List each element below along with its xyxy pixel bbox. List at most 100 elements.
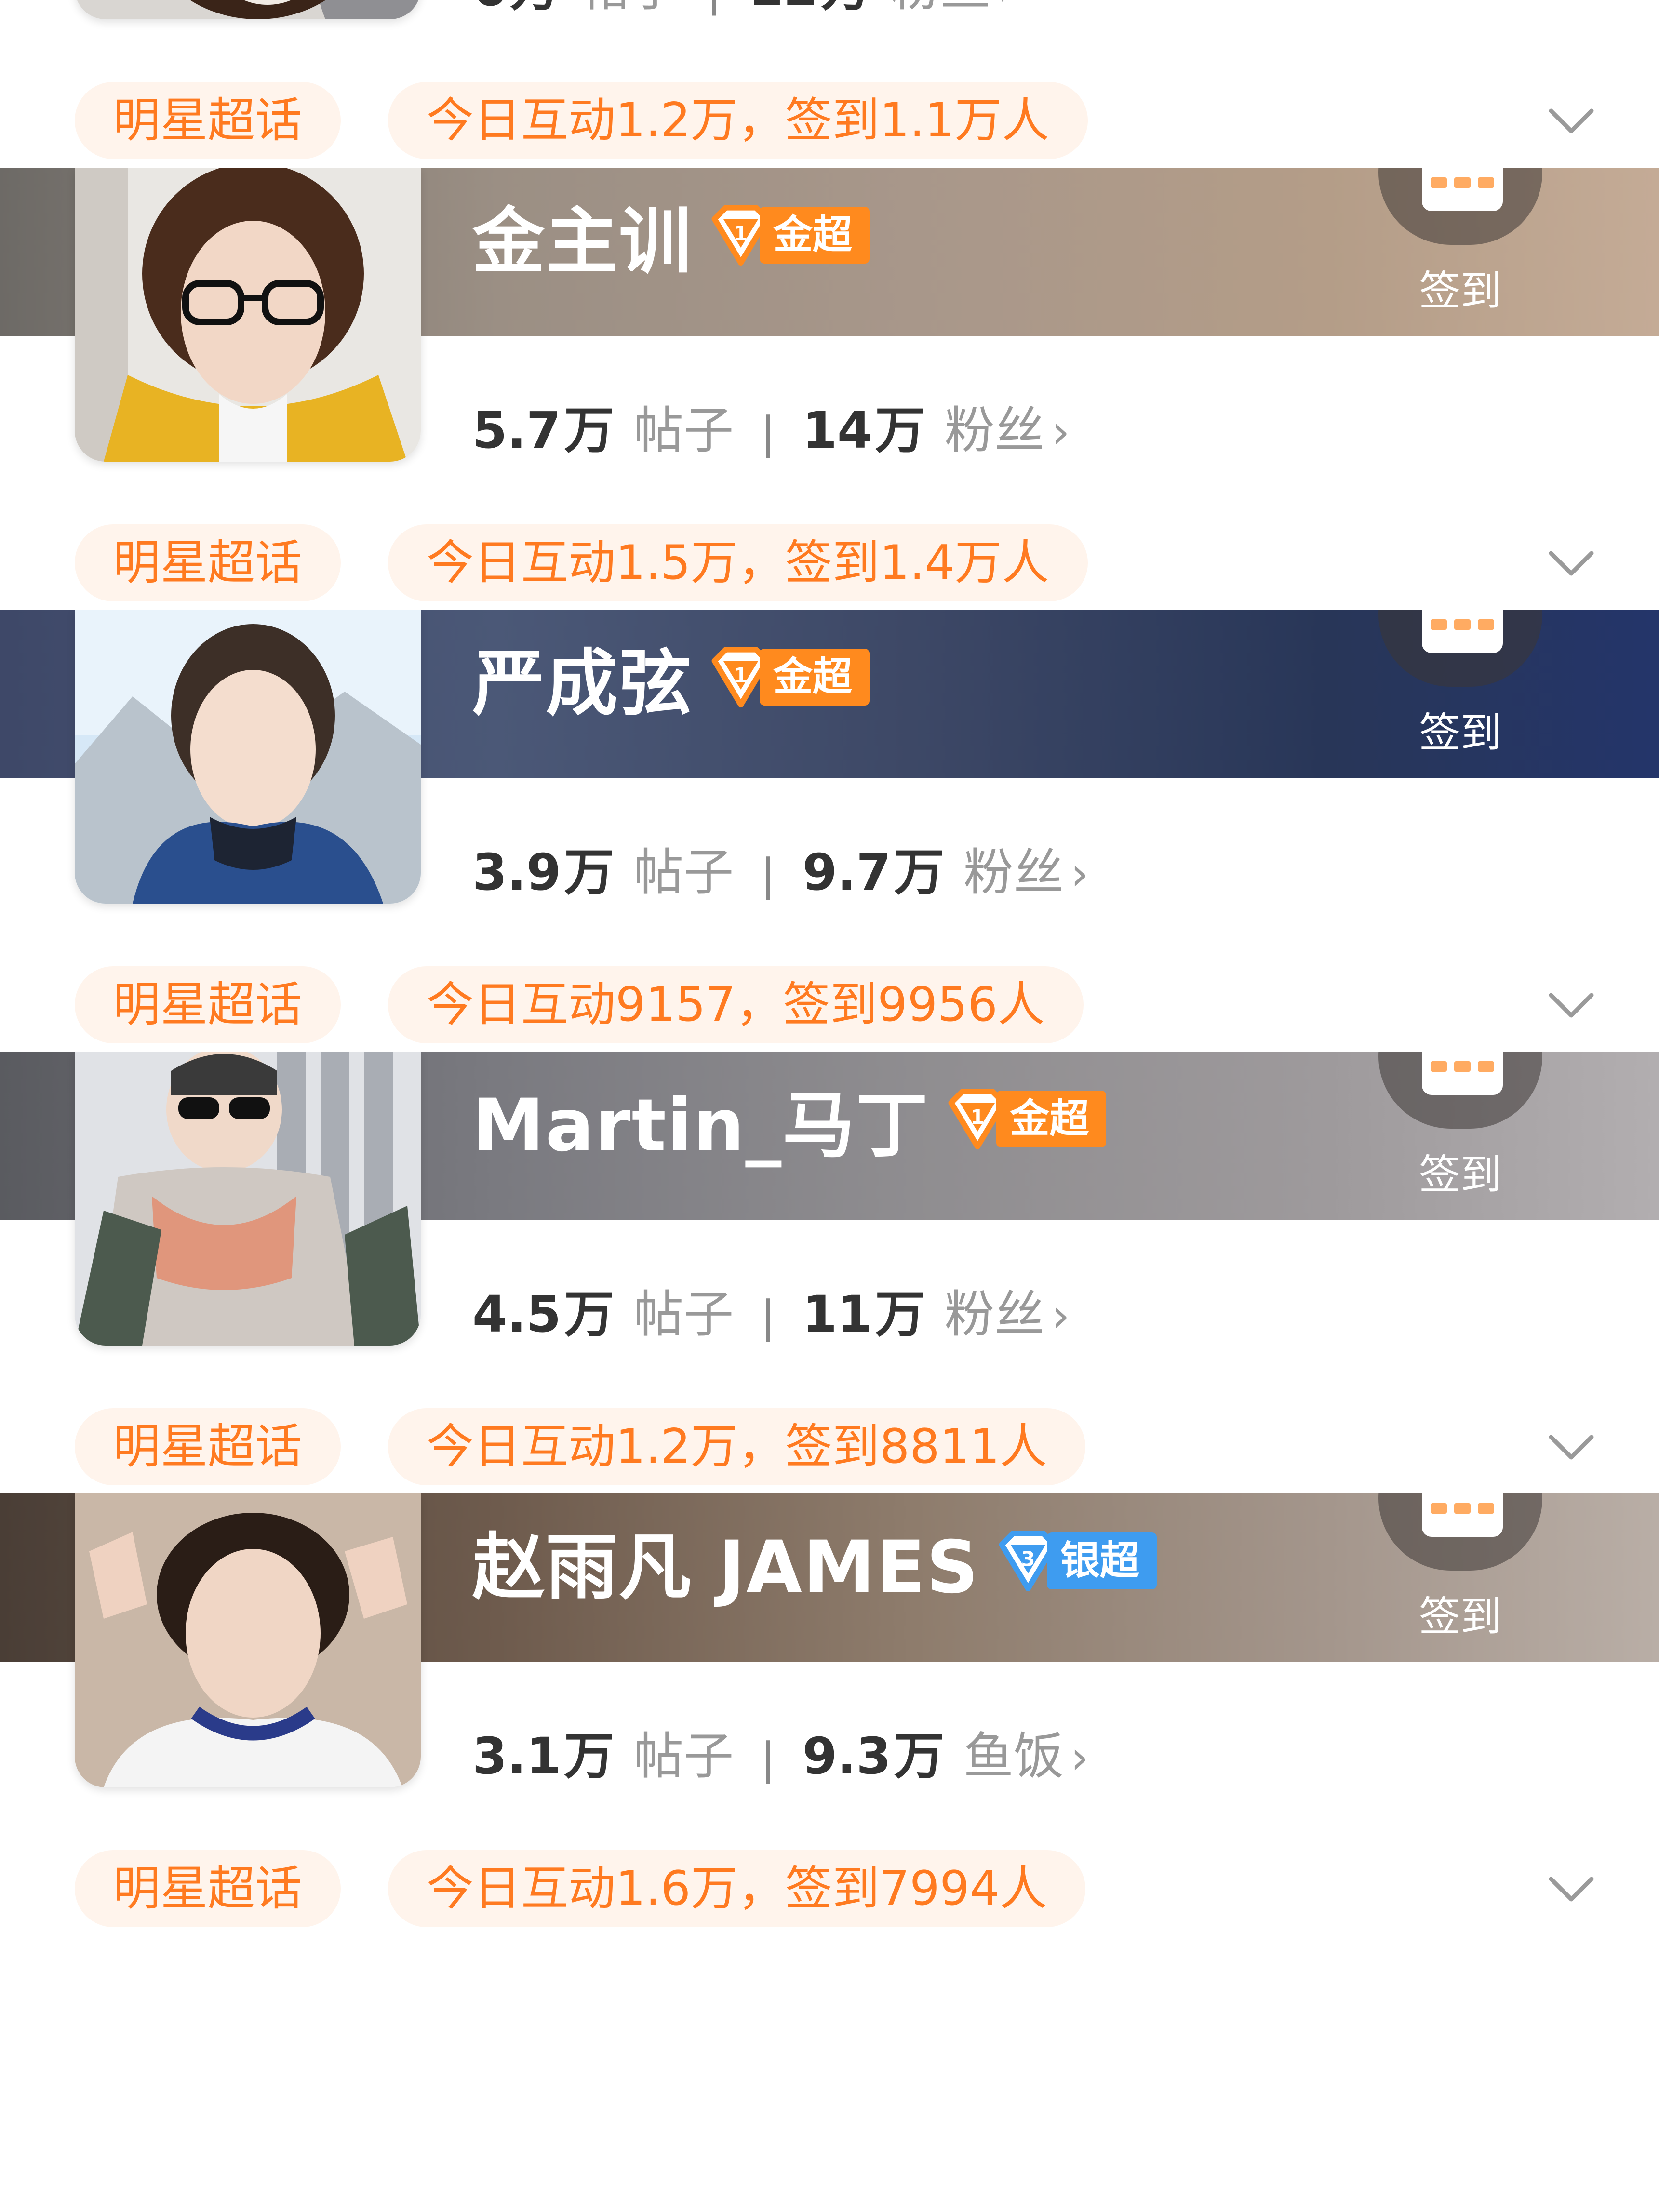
avatar-image [75, 0, 421, 19]
posts-unit: 万 [564, 843, 615, 902]
divider: | [761, 1733, 776, 1784]
activity-tag[interactable]: 今日互动1.2万，签到8811人 [388, 1408, 1086, 1485]
activity-tag[interactable]: 今日互动1.6万，签到7994人 [388, 1850, 1086, 1927]
avatar-image [75, 1493, 421, 1787]
signin-label[interactable]: 签到 [1378, 699, 1542, 759]
fans-unit[interactable]: 万 [875, 1273, 925, 1346]
posts-unit: 万 [564, 401, 615, 460]
category-tag[interactable]: 明星超话 [75, 1850, 341, 1927]
category-tag[interactable]: 明星超话 [75, 82, 341, 159]
chevron-right-icon[interactable]: › [998, 0, 1016, 16]
badge-rank: 1 [734, 221, 748, 245]
avatar[interactable] [75, 168, 421, 462]
super-topic-card[interactable]: 签到 Martin_马丁 1 金超 4.5 万 帖子 | 11 万 粉丝 › 明… [0, 1052, 1659, 1494]
chevron-right-icon[interactable]: › [1070, 847, 1089, 901]
stats-row: 3.1 万 帖子 | 9.3 万 鱼饭 › [472, 1715, 1089, 1788]
posts-count: 3.1 [472, 1727, 562, 1786]
chevron-down-icon[interactable] [1547, 539, 1595, 587]
fans-count[interactable]: 9.3 [803, 1727, 891, 1786]
fans-unit[interactable]: 万 [894, 831, 944, 904]
signin-label[interactable]: 签到 [1378, 257, 1542, 317]
topic-name[interactable]: 金主训 [472, 183, 692, 288]
fans-unit[interactable]: 万 [821, 0, 871, 20]
posts-count: 6 [472, 0, 507, 17]
super-topic-card[interactable]: 签到 严成弦 1 金超 3.9 万 帖子 | 9.7 万 粉丝 › 明星超话 今… [0, 610, 1659, 1052]
calendar-icon [1422, 1052, 1503, 1095]
activity-tag[interactable]: 今日互动1.2万，签到1.1万人 [388, 82, 1088, 159]
fans-count[interactable]: 9.7 [803, 843, 891, 902]
chevron-down-icon[interactable] [1547, 1865, 1595, 1913]
avatar[interactable] [75, 1052, 421, 1346]
tier-badge[interactable]: 3 银超 [997, 1530, 1157, 1592]
super-topic-card[interactable]: 签到 安乾镐 1 金超 6 万 帖子 | 12 万 粉丝 › 明星超话 今日互动… [0, 0, 1659, 168]
fans-label[interactable]: 鱼饭 [963, 1715, 1064, 1788]
avatar-image [75, 168, 421, 462]
signin-label[interactable]: 签到 [1378, 1583, 1542, 1643]
stats-row: 5.7 万 帖子 | 14 万 粉丝 › [472, 389, 1070, 462]
title-row: 严成弦 1 金超 [472, 636, 870, 726]
badge-rank: 3 [1021, 1547, 1035, 1571]
posts-count: 4.5 [472, 1285, 562, 1344]
avatar[interactable] [75, 1493, 421, 1787]
posts-count: 5.7 [472, 401, 562, 460]
posts-unit: 万 [564, 1727, 615, 1786]
fans-label[interactable]: 粉丝 [890, 0, 990, 20]
chevron-down-icon[interactable] [1547, 96, 1595, 145]
category-tag[interactable]: 明星超话 [75, 1408, 341, 1485]
avatar[interactable] [75, 610, 421, 904]
chevron-right-icon[interactable]: › [1051, 1289, 1070, 1343]
super-topic-card[interactable]: 签到 赵雨凡 JAMES 3 银超 3.1 万 帖子 | 9.3 万 鱼饭 › … [0, 1493, 1659, 1936]
divider: | [707, 0, 721, 16]
topic-name[interactable]: Martin_马丁 [472, 1067, 929, 1172]
tier-badge[interactable]: 1 金超 [709, 646, 870, 708]
chevron-down-icon[interactable] [1547, 1423, 1595, 1471]
posts-label: 帖子 [633, 1727, 734, 1786]
topic-name[interactable]: 赵雨凡 JAMES [472, 1509, 979, 1613]
divider: | [761, 1292, 776, 1342]
topic-name[interactable]: 严成弦 [472, 625, 692, 730]
title-row: 赵雨凡 JAMES 3 银超 [472, 1520, 1157, 1610]
calendar-icon [1422, 1493, 1503, 1537]
posts-unit: 万 [510, 0, 560, 20]
posts-label: 帖子 [579, 0, 680, 20]
fans-count[interactable]: 14 [803, 401, 872, 460]
category-tag[interactable]: 明星超话 [75, 966, 341, 1043]
posts-label: 帖子 [633, 843, 734, 902]
super-topic-card[interactable]: 签到 金主训 1 金超 5.7 万 帖子 | 14 万 粉丝 › 明星超话 今日… [0, 168, 1659, 610]
category-tag[interactable]: 明星超话 [75, 524, 341, 601]
signin-label[interactable]: 签到 [1378, 1141, 1542, 1201]
stats-row: 3.9 万 帖子 | 9.7 万 粉丝 › [472, 831, 1089, 904]
calendar-icon [1422, 168, 1503, 211]
chevron-right-icon[interactable]: › [1051, 405, 1070, 459]
tier-badge[interactable]: 1 金超 [709, 204, 870, 267]
fans-label[interactable]: 粉丝 [944, 1273, 1044, 1346]
fans-count[interactable]: 12 [749, 0, 818, 17]
fans-label[interactable]: 粉丝 [963, 831, 1064, 904]
fans-count[interactable]: 11 [803, 1285, 872, 1344]
activity-tag[interactable]: 今日互动1.5万，签到1.4万人 [388, 524, 1088, 601]
fans-unit[interactable]: 万 [875, 389, 925, 462]
badge-label: 银超 [1046, 1532, 1157, 1589]
avatar[interactable] [75, 0, 421, 19]
stats-row: 6 万 帖子 | 12 万 粉丝 › [472, 0, 1016, 20]
activity-tag[interactable]: 今日互动9157，签到9956人 [388, 966, 1084, 1043]
posts-label: 帖子 [633, 401, 734, 460]
fans-label[interactable]: 粉丝 [944, 389, 1044, 462]
badge-label: 金超 [760, 207, 870, 264]
title-row: Martin_马丁 1 金超 [472, 1078, 1107, 1168]
badge-rank: 1 [971, 1105, 985, 1129]
chevron-right-icon[interactable]: › [1070, 1731, 1089, 1785]
calendar-icon [1422, 610, 1503, 653]
badge-label: 金超 [996, 1091, 1107, 1147]
tier-badge[interactable]: 1 金超 [946, 1088, 1107, 1150]
posts-label: 帖子 [633, 1285, 734, 1344]
divider: | [761, 850, 776, 900]
avatar-image [75, 1052, 421, 1346]
avatar-image [75, 610, 421, 904]
chevron-down-icon[interactable] [1547, 981, 1595, 1029]
fans-unit[interactable]: 万 [894, 1715, 944, 1788]
posts-count: 3.9 [472, 843, 562, 902]
badge-rank: 1 [734, 663, 748, 687]
divider: | [761, 408, 776, 458]
stats-row: 4.5 万 帖子 | 11 万 粉丝 › [472, 1273, 1070, 1346]
